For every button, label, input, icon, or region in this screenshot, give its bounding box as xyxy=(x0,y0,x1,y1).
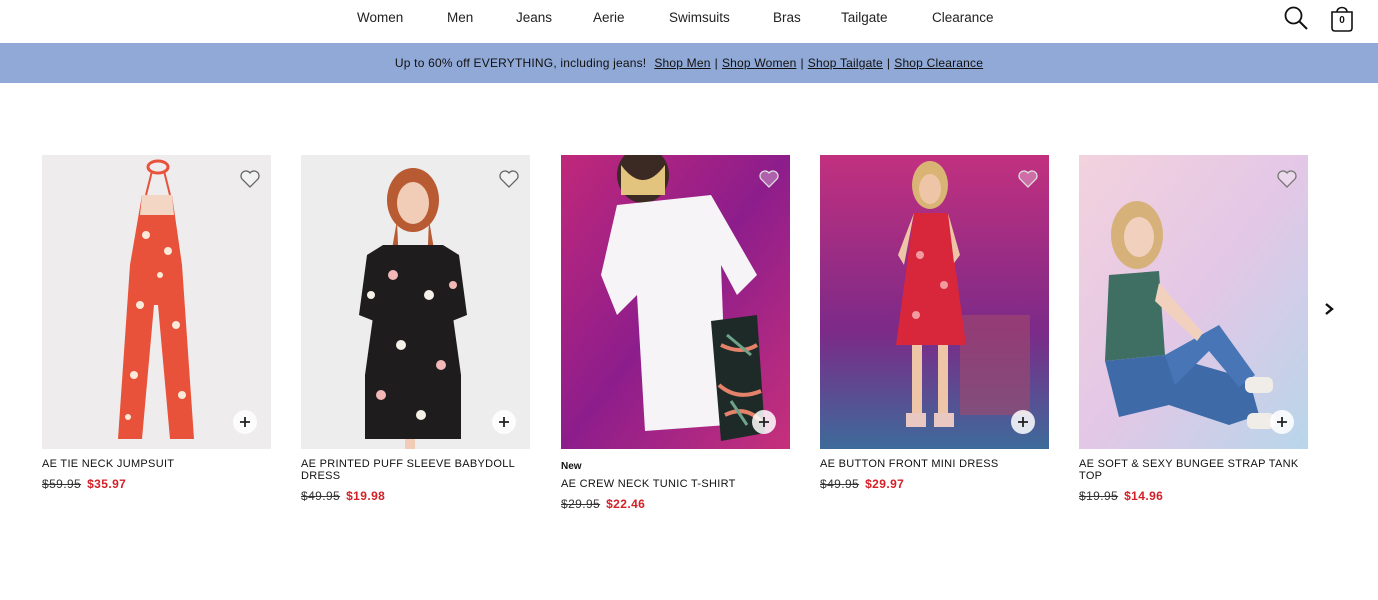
heart-icon[interactable] xyxy=(1276,168,1298,190)
search-icon xyxy=(1284,6,1308,30)
nav-utility: 0 xyxy=(1282,0,1356,36)
plus-icon xyxy=(1277,417,1287,427)
product-info: AE BUTTON FRONT MINI DRESS $49.95 $29.97 xyxy=(820,449,1049,491)
original-price: $49.95 xyxy=(301,489,341,503)
product-photo-tunic-tshirt xyxy=(561,155,790,449)
product-card: AE BUTTON FRONT MINI DRESS $49.95 $29.97 xyxy=(820,155,1049,491)
quick-add-button[interactable] xyxy=(1011,410,1035,434)
carousel-next-button[interactable] xyxy=(1318,298,1340,320)
heart-icon[interactable] xyxy=(239,168,261,190)
product-name[interactable]: AE SOFT & SEXY BUNGEE STRAP TANK TOP xyxy=(1079,458,1308,482)
plus-icon xyxy=(499,417,509,427)
product-name[interactable]: AE BUTTON FRONT MINI DRESS xyxy=(820,458,1049,470)
quick-add-button[interactable] xyxy=(752,410,776,434)
nav-link-jeans[interactable]: Jeans xyxy=(516,10,552,25)
search-button[interactable] xyxy=(1282,4,1310,32)
promo-text: Up to 60% off EVERYTHING, including jean… xyxy=(394,56,647,70)
promo-link-shop-tailgate[interactable]: Shop Tailgate xyxy=(808,56,883,70)
bag-count: 0 xyxy=(1339,15,1345,26)
original-price: $59.95 xyxy=(42,477,82,491)
product-photo-jumpsuit xyxy=(42,155,271,449)
product-name[interactable]: AE TIE NECK JUMPSUIT xyxy=(42,458,271,470)
shopping-bag-button[interactable]: 0 xyxy=(1328,4,1356,32)
product-image[interactable] xyxy=(42,155,271,449)
product-prices: $59.95 $35.97 xyxy=(42,477,271,491)
product-photo-babydoll-dress xyxy=(301,155,530,449)
quick-add-button[interactable] xyxy=(1270,410,1294,434)
product-card: AE SOFT & SEXY BUNGEE STRAP TANK TOP $19… xyxy=(1079,155,1308,503)
heart-icon[interactable] xyxy=(498,168,520,190)
product-image[interactable] xyxy=(561,155,790,449)
promo-link-shop-men[interactable]: Shop Men xyxy=(654,56,710,70)
promo-separator: | xyxy=(714,56,718,70)
promo-link-shop-clearance[interactable]: Shop Clearance xyxy=(894,56,983,70)
product-image[interactable] xyxy=(1079,155,1308,449)
promo-separator: | xyxy=(886,56,891,70)
quick-add-button[interactable] xyxy=(233,410,257,434)
product-info: AE TIE NECK JUMPSUIT $59.95 $35.97 xyxy=(42,449,271,491)
nav-link-women[interactable]: Women xyxy=(357,10,403,25)
sale-price: $35.97 xyxy=(87,477,127,491)
product-prices: $49.95 $19.98 xyxy=(301,489,530,503)
product-carousel: AE TIE NECK JUMPSUIT $59.95 $35.97 AE PR… xyxy=(42,155,1308,535)
promo-separator: | xyxy=(800,56,804,70)
product-prices: $29.95 $22.46 xyxy=(561,497,790,511)
original-price: $29.95 xyxy=(561,497,601,511)
sale-price: $22.46 xyxy=(606,497,646,511)
original-price: $49.95 xyxy=(820,477,860,491)
sale-price: $19.98 xyxy=(346,489,386,503)
plus-icon xyxy=(759,417,769,427)
new-badge: New xyxy=(561,461,582,472)
product-prices: $19.95 $14.96 xyxy=(1079,489,1308,503)
main-nav: Women Men Jeans Aerie Swimsuits Bras Tai… xyxy=(0,0,1378,34)
product-photo-tank-top xyxy=(1079,155,1308,449)
product-prices: $49.95 $29.97 xyxy=(820,477,1049,491)
product-image[interactable] xyxy=(820,155,1049,449)
product-name[interactable]: AE CREW NECK TUNIC T-SHIRT xyxy=(561,478,790,490)
heart-icon[interactable] xyxy=(758,168,780,190)
plus-icon xyxy=(240,417,250,427)
nav-link-aerie[interactable]: Aerie xyxy=(593,10,625,25)
nav-link-men[interactable]: Men xyxy=(447,10,473,25)
product-info: AE SOFT & SEXY BUNGEE STRAP TANK TOP $19… xyxy=(1079,449,1308,503)
nav-link-clearance[interactable]: Clearance xyxy=(932,10,994,25)
nav-link-swimsuits[interactable]: Swimsuits xyxy=(669,10,730,25)
top-navigation: Women Men Jeans Aerie Swimsuits Bras Tai… xyxy=(0,0,1378,43)
original-price: $19.95 xyxy=(1079,489,1119,503)
sale-price: $29.97 xyxy=(865,477,905,491)
product-name[interactable]: AE PRINTED PUFF SLEEVE BABYDOLL DRESS xyxy=(301,458,530,482)
product-image[interactable] xyxy=(301,155,530,449)
nav-link-tailgate[interactable]: Tailgate xyxy=(841,10,888,25)
heart-icon[interactable] xyxy=(1017,168,1039,190)
product-info: New AE CREW NECK TUNIC T-SHIRT $29.95 $22… xyxy=(561,449,790,511)
sale-price: $14.96 xyxy=(1124,489,1164,503)
chevron-right-icon xyxy=(1325,303,1334,315)
product-card: New AE CREW NECK TUNIC T-SHIRT $29.95 $22… xyxy=(561,155,790,511)
product-info: AE PRINTED PUFF SLEEVE BABYDOLL DRESS $4… xyxy=(301,449,530,503)
product-photo-mini-dress xyxy=(820,155,1049,449)
quick-add-button[interactable] xyxy=(492,410,516,434)
nav-link-bras[interactable]: Bras xyxy=(773,10,801,25)
promo-banner: Up to 60% off EVERYTHING, including jean… xyxy=(0,43,1378,83)
product-card: AE PRINTED PUFF SLEEVE BABYDOLL DRESS $4… xyxy=(301,155,530,503)
promo-link-shop-women[interactable]: Shop Women xyxy=(722,56,797,70)
plus-icon xyxy=(1018,417,1028,427)
product-card: AE TIE NECK JUMPSUIT $59.95 $35.97 xyxy=(42,155,271,491)
